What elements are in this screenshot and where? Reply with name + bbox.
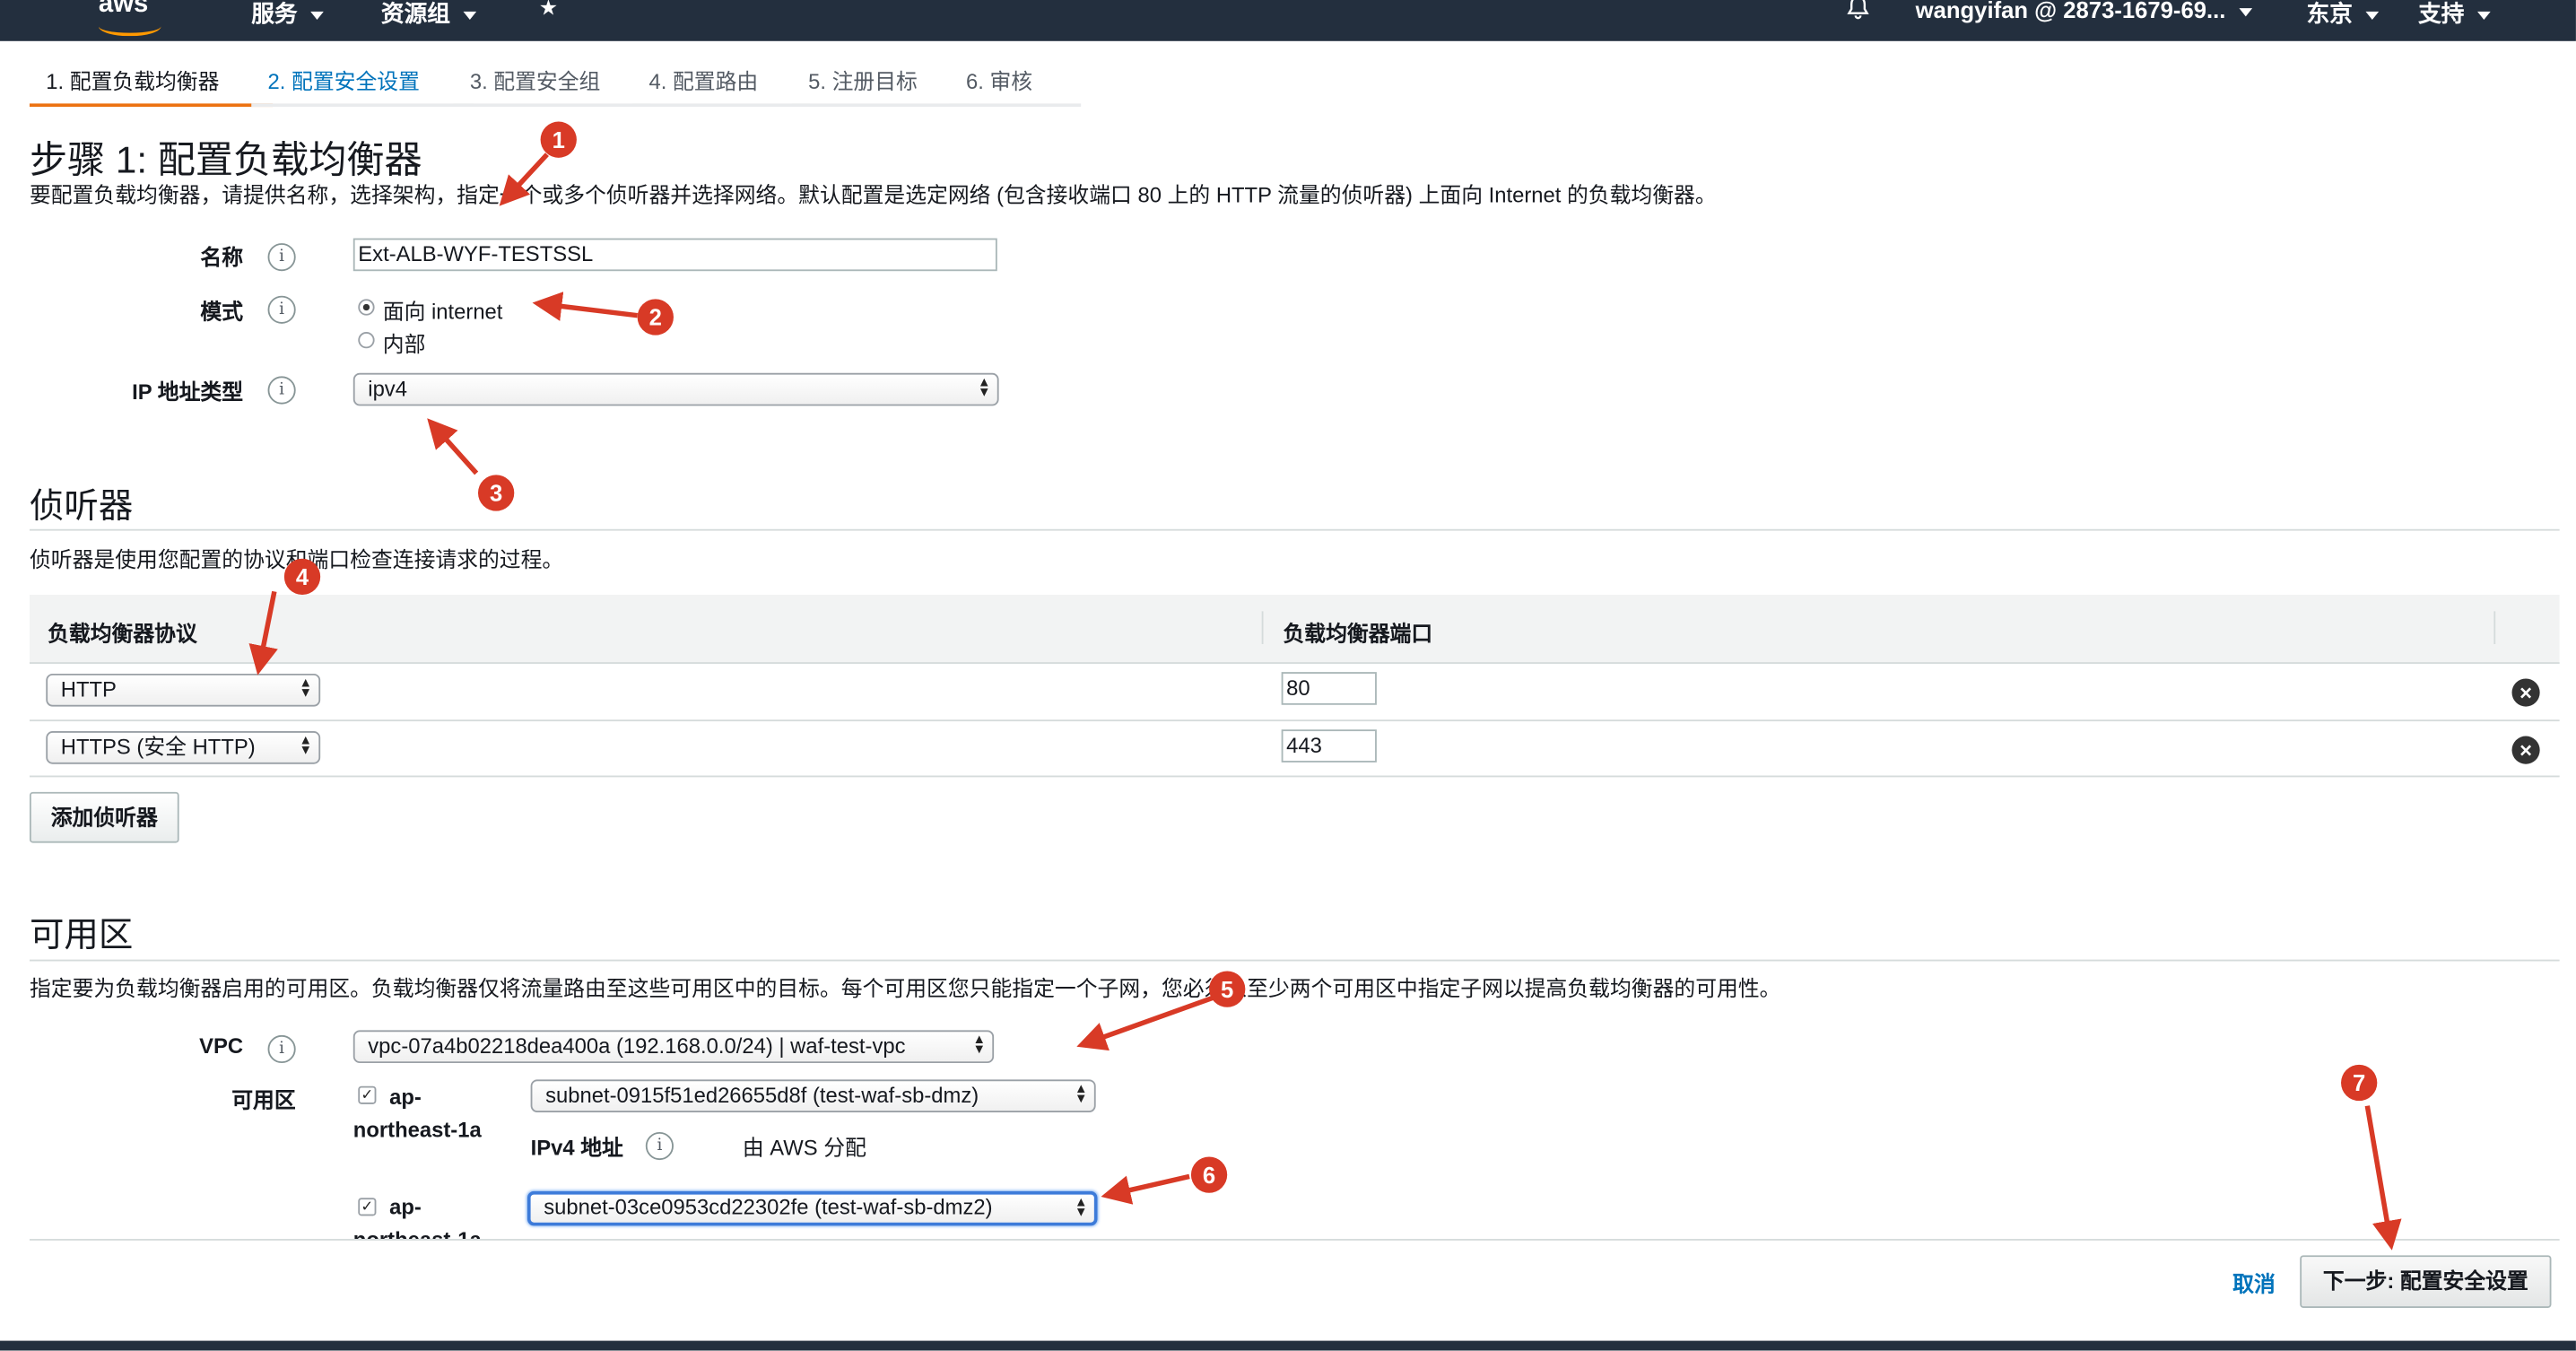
annotation-badge: 5 [1209, 971, 1246, 1007]
annotation-badge: 7 [2341, 1064, 2378, 1102]
arrow-5 [1076, 995, 1215, 1051]
annotation-badge: 1 [540, 121, 577, 158]
annotation-badge: 6 [1190, 1156, 1228, 1193]
arrow-1 [499, 153, 549, 206]
annotation-badge: 2 [637, 299, 674, 336]
annotation-badge: 3 [477, 475, 515, 511]
arrow-4 [248, 590, 278, 676]
arrow-7 [2364, 1105, 2402, 1251]
arrow-3 [427, 418, 479, 475]
arrow-6 [1101, 1173, 1190, 1205]
annotation-arrows [248, 153, 2402, 1251]
arrow-2 [532, 292, 638, 321]
annotation-badge: 4 [283, 558, 321, 596]
